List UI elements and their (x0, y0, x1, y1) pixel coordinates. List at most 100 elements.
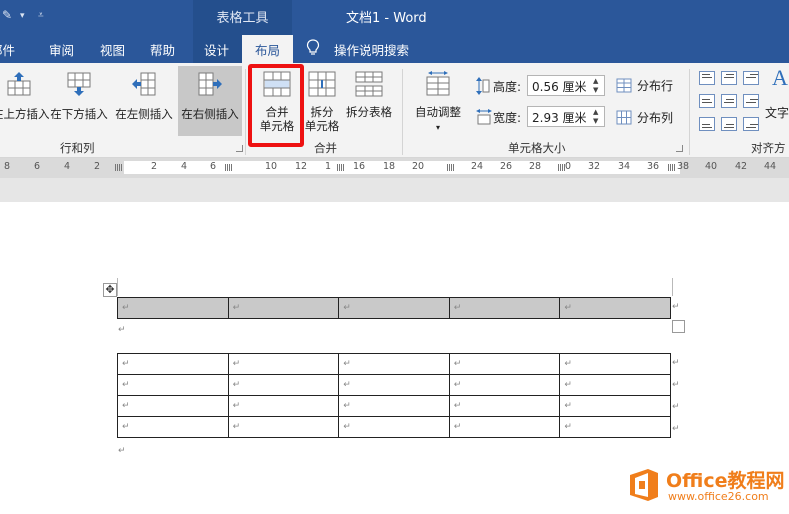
table-cell[interactable]: ↵ (117, 374, 229, 396)
ruler-tick: 6 (210, 161, 217, 172)
column-marker[interactable] (115, 164, 122, 171)
row-end-mark: ↵ (672, 402, 680, 412)
horizontal-ruler[interactable]: 8 6 4 2 2 4 6 10 12 1 16 18 20 24 26 28 0 32 34 36 38 40 42 44 (0, 158, 789, 178)
align-middle-right-icon[interactable] (743, 94, 759, 108)
align-bottom-center-icon[interactable] (721, 117, 737, 131)
split-table-button[interactable]: 拆分表格 (343, 67, 395, 137)
document-table[interactable]: ↵ ↵ ↵ ↵ ↵ ↵ ↵ ↵ ↵ ↵ ↵ ↵ ↵ ↵ ↵ ↵ ↵ ↵ ↵ ↵ (117, 353, 671, 438)
merge-cells-highlight (248, 64, 304, 147)
column-marker[interactable] (558, 164, 565, 171)
ruler-tick: 26 (500, 161, 513, 172)
table-cell[interactable]: ↵ (117, 416, 229, 438)
table-cell[interactable]: ↵ (448, 297, 561, 319)
split-cells-button[interactable]: 拆分 单元格 (303, 67, 341, 137)
insert-left-button[interactable]: 在左侧插入 (113, 67, 175, 137)
table-cell[interactable]: ↵ (227, 353, 340, 375)
table-cell[interactable]: ↵ (117, 395, 229, 417)
table-cell[interactable]: ↵ (338, 374, 450, 396)
ruler-tick: 44 (764, 161, 777, 172)
column-marker[interactable] (447, 164, 454, 171)
column-marker[interactable] (337, 164, 344, 171)
tab-mailings[interactable]: 邮件 (0, 40, 15, 59)
insert-below-label: 在下方插入 (50, 107, 108, 121)
table-row[interactable]: ↵ ↵ ↵ ↵ ↵ (117, 374, 671, 396)
split-table-label: 拆分表格 (346, 105, 392, 119)
ruler-tick: 20 (412, 161, 425, 172)
table-cell[interactable]: ↵ (448, 353, 561, 375)
ruler-tick: 0 (565, 161, 572, 172)
spin-down-icon[interactable]: ▼ (593, 86, 601, 94)
table-cell[interactable]: ↵ (559, 374, 671, 396)
table-cell[interactable]: ↵ (227, 374, 340, 396)
row-height-input[interactable]: 0.56 厘米 ▲ ▼ (527, 75, 605, 96)
align-middle-left-icon[interactable] (699, 94, 715, 108)
alignment-group-label: 对齐方 (751, 141, 786, 155)
table-cell[interactable]: ↵ (559, 395, 671, 417)
chevron-down-icon[interactable]: ▾ (20, 11, 25, 21)
text-direction-label[interactable]: 文字 (765, 104, 789, 121)
ruler-tick: 1 (325, 161, 332, 172)
table-cell[interactable]: ↵ (559, 353, 671, 375)
table-row[interactable]: ↵ ↵ ↵ ↵ ↵ (117, 395, 671, 417)
spin-down-icon[interactable]: ▼ (593, 117, 601, 125)
table-row[interactable]: ↵ ↵ ↵ ↵ ↵ (117, 353, 671, 375)
table-cell[interactable]: ↵ (448, 374, 561, 396)
table-move-handle-icon[interactable]: ✥ (103, 283, 117, 297)
insert-right-button[interactable]: 在右侧插入 (178, 66, 242, 136)
table-cell[interactable]: ↵ (227, 395, 340, 417)
table-cell[interactable]: ↵ (338, 353, 450, 375)
align-middle-center-icon[interactable] (721, 94, 737, 108)
table-row[interactable]: ↵ ↵ ↵ ↵ ↵ (117, 416, 671, 438)
paragraph-mark: ↵ (118, 325, 126, 335)
table-row[interactable]: ↵ ↵ ↵ ↵ ↵ (117, 297, 671, 319)
ruler-tick: 10 (265, 161, 278, 172)
tab-review[interactable]: 审阅 (49, 40, 74, 59)
tab-view[interactable]: 视图 (100, 40, 125, 59)
column-width-icon (476, 109, 492, 125)
rows-cols-launcher-icon[interactable] (236, 145, 243, 152)
autofit-label: 自动调整 (415, 105, 461, 119)
column-width-input[interactable]: 2.93 厘米 ▲ ▼ (527, 106, 605, 127)
table-cell[interactable]: ↵ (338, 395, 450, 417)
pen-icon[interactable]: ✎ (2, 8, 12, 22)
tell-me-search[interactable]: 操作说明搜索 (334, 40, 409, 59)
spin-up-icon[interactable]: ▲ (593, 77, 601, 85)
column-marker[interactable] (225, 164, 232, 171)
text-direction-icon[interactable]: A (772, 65, 788, 91)
table-cell[interactable]: ↵ (559, 297, 671, 319)
document-title: 文档1 - Word (346, 11, 427, 26)
table-cell[interactable]: ↵ (117, 297, 229, 319)
table-cell[interactable]: ↵ (227, 297, 340, 319)
table-cell[interactable]: ↵ (448, 416, 561, 438)
spin-up-icon[interactable]: ▲ (593, 108, 601, 116)
align-top-left-icon[interactable] (699, 71, 715, 85)
table-cell[interactable]: ↵ (338, 416, 450, 438)
align-bottom-left-icon[interactable] (699, 117, 715, 131)
row-end-mark: ↵ (672, 302, 680, 312)
customize-qat-icon[interactable]: ⩡ (38, 10, 44, 21)
table-cell[interactable]: ↵ (448, 395, 561, 417)
cell-size-launcher-icon[interactable] (676, 145, 683, 152)
table-cell[interactable]: ↵ (559, 416, 671, 438)
table-cell[interactable]: ↵ (117, 353, 229, 375)
align-top-right-icon[interactable] (743, 71, 759, 85)
tab-design[interactable]: 设计 (204, 40, 229, 59)
table-resize-handle-icon[interactable] (672, 320, 685, 333)
ruler-tick: 2 (94, 161, 101, 172)
insert-above-label: 在上方插入 (0, 107, 50, 121)
align-bottom-right-icon[interactable] (743, 117, 759, 131)
column-marker[interactable] (668, 164, 675, 171)
autofit-button[interactable]: 自动调整 ▾ (410, 67, 466, 137)
table-cell[interactable]: ↵ (227, 416, 340, 438)
height-label: 高度: (493, 80, 522, 94)
table-cell[interactable]: ↵ (338, 297, 450, 319)
split-cells-label-line2: 单元格 (304, 119, 340, 133)
align-top-center-icon[interactable] (721, 71, 737, 85)
insert-above-button[interactable]: 在上方插入 (0, 67, 50, 137)
paragraph-mark: ↵ (118, 446, 126, 456)
ruler-tick: 12 (295, 161, 308, 172)
merged-target-table[interactable]: ↵ ↵ ↵ ↵ ↵ (117, 297, 671, 319)
insert-below-button[interactable]: 在下方插入 (47, 67, 111, 137)
tab-help[interactable]: 帮助 (150, 40, 175, 59)
tab-layout[interactable]: 布局 (242, 35, 294, 63)
